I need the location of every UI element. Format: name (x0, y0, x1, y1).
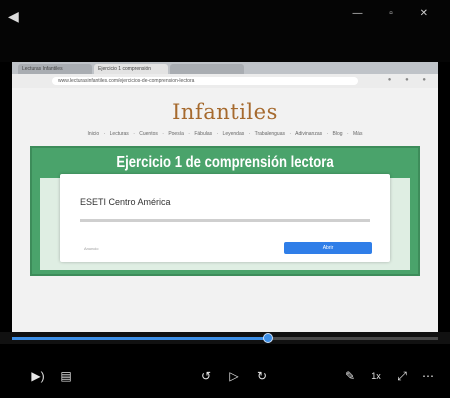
site-logo: Infantiles (172, 100, 278, 124)
window-controls[interactable]: — ▫ ✕ (353, 8, 440, 19)
browser-tab-1: Lecturas Infantiles (18, 64, 92, 74)
seek-bar[interactable] (0, 332, 450, 344)
video-frame[interactable]: Lecturas Infantiles Ejercicio 1 comprens… (12, 62, 438, 332)
player-controls: ▶) ▤ ↺ ▷ ↻ ✎ 1x ⤢ ⋯ (0, 356, 450, 398)
ad-title: ESETI Centro América (80, 197, 171, 207)
ad-popup: ESETI Centro América Anuncio Abrir (60, 174, 390, 262)
more-options-icon[interactable]: ⋯ (418, 366, 438, 386)
subtitles-icon[interactable]: ▤ (56, 366, 76, 386)
back-arrow-icon[interactable]: ◀ (8, 6, 30, 26)
forward-icon[interactable]: ↻ (252, 366, 272, 386)
extensions-icons: ● ● ● (387, 77, 432, 83)
seek-progress (12, 337, 268, 340)
address-bar: www.lecturasinfantiles.com/ejercicios-de… (12, 74, 438, 88)
ad-label: Anuncio (84, 246, 99, 251)
ad-description-line (80, 219, 370, 222)
fullscreen-icon[interactable]: ⤢ (392, 366, 412, 386)
browser-tab-3 (170, 64, 244, 74)
volume-icon[interactable]: ▶) (28, 366, 48, 386)
exercise-title: Ejercicio 1 de comprensión lectora (116, 154, 334, 171)
browser-tab-2: Ejercicio 1 comprensión (94, 64, 168, 74)
ad-open-button[interactable]: Abrir (284, 242, 372, 254)
play-icon[interactable]: ▷ (224, 366, 244, 386)
url-field: www.lecturasinfantiles.com/ejercicios-de… (52, 77, 358, 85)
speed-icon[interactable]: 1x (366, 366, 386, 386)
seek-handle[interactable] (263, 333, 273, 343)
browser-tabs: Lecturas Infantiles Ejercicio 1 comprens… (12, 62, 438, 74)
rewind-icon[interactable]: ↺ (196, 366, 216, 386)
edit-icon[interactable]: ✎ (340, 366, 360, 386)
top-bar: ◀ — ▫ ✕ (0, 0, 450, 62)
site-nav: Inicio · Lecturas · Cuentos · Poesía · F… (87, 131, 363, 137)
